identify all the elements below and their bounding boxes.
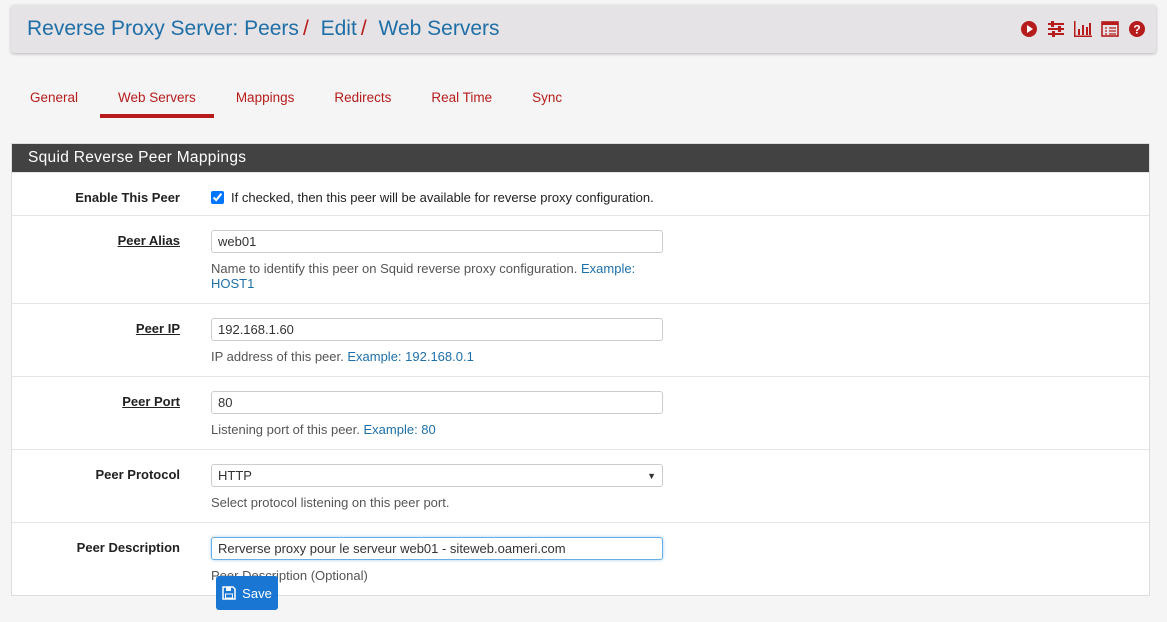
enable-peer-label: Enable This Peer [75, 190, 180, 205]
peer-port-example: Example: 80 [363, 422, 436, 437]
peer-port-label: Peer Port [122, 394, 180, 409]
enable-peer-checkbox[interactable] [211, 191, 224, 204]
save-icon [222, 586, 236, 600]
peer-description-label: Peer Description [76, 540, 180, 555]
peer-port-input[interactable] [211, 391, 663, 414]
save-button[interactable]: Save [216, 576, 278, 610]
peer-protocol-select[interactable]: HTTP ▼ [211, 464, 663, 487]
breadcrumb-item[interactable]: Web Servers [379, 17, 500, 40]
peer-description-help: Peer Description (Optional) [211, 568, 368, 583]
svg-text:?: ? [1133, 23, 1140, 37]
caret-down-icon: ▼ [647, 470, 656, 481]
tab-bar: General Web Servers Mappings Redirects R… [12, 78, 584, 118]
list-alt-icon[interactable] [1101, 20, 1119, 38]
tab-real-time[interactable]: Real Time [413, 78, 510, 118]
tab-sync[interactable]: Sync [514, 78, 580, 118]
peer-alias-input[interactable] [211, 230, 663, 253]
sliders-icon[interactable] [1047, 20, 1065, 38]
peer-description-input[interactable] [211, 537, 663, 560]
peer-port-help: Listening port of this peer. [211, 422, 364, 437]
peer-ip-input[interactable] [211, 318, 663, 341]
play-circle-icon[interactable] [1020, 20, 1038, 38]
tab-mappings[interactable]: Mappings [218, 78, 313, 118]
tab-redirects[interactable]: Redirects [316, 78, 409, 118]
peer-ip-label: Peer IP [135, 321, 180, 336]
selected-protocol: HTTP [218, 468, 252, 483]
page-header: Reverse Proxy Server: Peers / Edit / Web S… [11, 5, 1156, 53]
peer-protocol-help: Select protocol listening on this peer p… [211, 495, 450, 510]
peer-alias-label: Peer Alias [117, 233, 180, 248]
peer-protocol-label: Peer Protocol [95, 467, 180, 482]
breadcrumb: Reverse Proxy Server: Peers / Edit / Web S… [27, 17, 500, 41]
bar-chart-icon[interactable] [1074, 20, 1092, 38]
enable-peer-text: If checked, then this peer will be avail… [231, 190, 654, 205]
tab-web-servers[interactable]: Web Servers [100, 78, 214, 118]
panel-title: Squid Reverse Peer Mappings [12, 144, 1149, 172]
tab-general[interactable]: General [12, 78, 96, 118]
separator: / [360, 17, 367, 40]
breadcrumb-item[interactable]: Edit [321, 17, 357, 40]
save-label: Save [242, 585, 272, 601]
separator: / [302, 17, 309, 40]
breadcrumb-item[interactable]: Reverse Proxy Server: Peers [27, 17, 299, 40]
peer-mappings-panel: Squid Reverse Peer Mappings Enable This … [11, 143, 1150, 596]
question-circle-icon[interactable]: ? [1128, 20, 1146, 38]
peer-ip-help: IP address of this peer. [211, 349, 348, 364]
peer-ip-example: Example: 192.168.0.1 [347, 349, 474, 364]
peer-alias-help: Name to identify this peer on Squid reve… [211, 261, 581, 276]
